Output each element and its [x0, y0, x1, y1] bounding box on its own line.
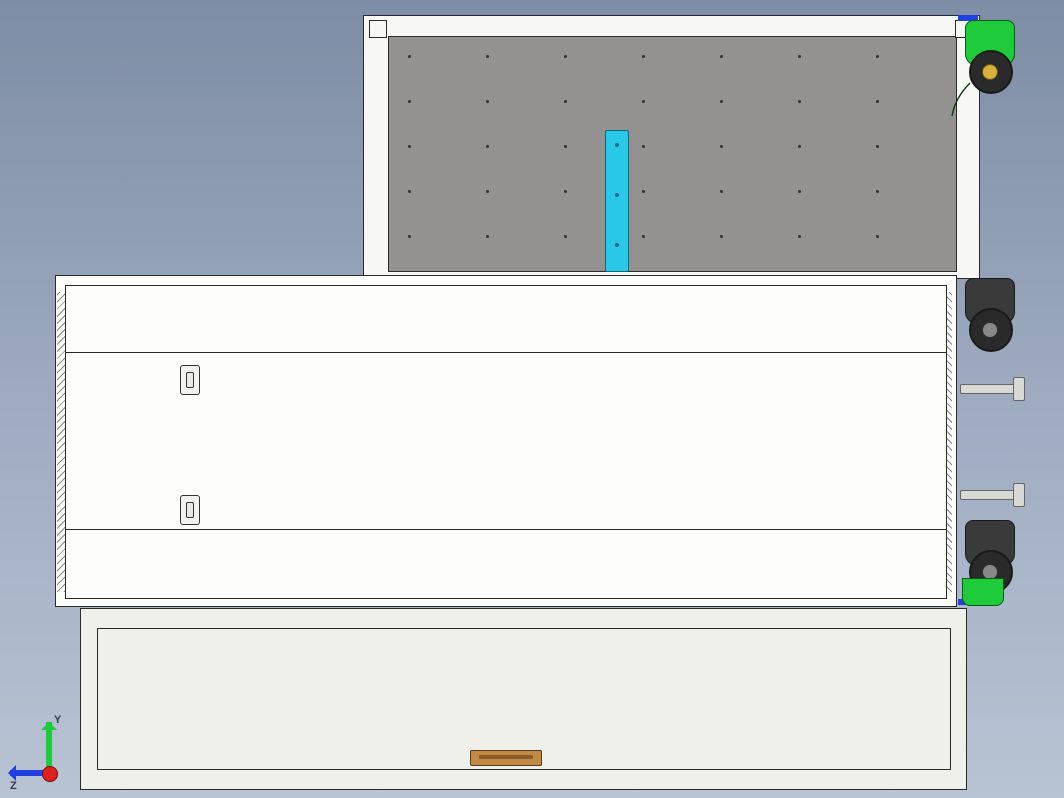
- perforation-hole: [486, 190, 489, 193]
- perforation-hole: [486, 55, 489, 58]
- upper-corner-tl: [369, 20, 387, 38]
- perforation-hole: [642, 55, 645, 58]
- bar-hole: [615, 243, 619, 247]
- axis-z-label: Z: [10, 780, 17, 792]
- perforation-hole: [486, 235, 489, 238]
- perforation-hole: [876, 235, 879, 238]
- leveling-foot-lower: [960, 490, 1024, 500]
- perforation-hole: [408, 100, 411, 103]
- perforation-hole: [642, 145, 645, 148]
- caster-cable: [950, 78, 990, 118]
- drawer-handle: [470, 750, 542, 766]
- perforation-hole: [642, 100, 645, 103]
- perforation-hole: [486, 145, 489, 148]
- perforation-hole: [798, 145, 801, 148]
- perforation-hole: [720, 100, 723, 103]
- latch-lower: [180, 495, 200, 525]
- perforation-hole: [642, 190, 645, 193]
- cyan-vertical-bar: [605, 130, 629, 272]
- caster-middle-dark: [960, 278, 1018, 353]
- perforation-hole: [564, 190, 567, 193]
- middle-panel-bottom: [65, 529, 947, 599]
- lower-drawer-inner: [97, 628, 951, 770]
- perforation-hole: [564, 100, 567, 103]
- caster-hub: [982, 322, 998, 338]
- perforation-hole: [876, 100, 879, 103]
- perforation-hole: [720, 145, 723, 148]
- axis-y-icon: [46, 722, 52, 768]
- perforation-hole: [720, 55, 723, 58]
- perforation-hole: [486, 100, 489, 103]
- perforation-hole: [564, 235, 567, 238]
- bar-hole: [615, 143, 619, 147]
- upper-perforated-panel: /*placeholder*/: [388, 36, 957, 272]
- perforation-hole: [798, 100, 801, 103]
- perforation-hole: [798, 235, 801, 238]
- perforation-hole: [798, 55, 801, 58]
- bar-hole: [615, 193, 619, 197]
- perforation-hole: [564, 55, 567, 58]
- axis-z-icon: [10, 770, 46, 776]
- axis-origin-icon: [42, 766, 58, 782]
- latch-upper: [180, 365, 200, 395]
- perforation-hole: [720, 235, 723, 238]
- perforation-hole: [876, 145, 879, 148]
- caster-bottom-green-cap: [962, 578, 1004, 606]
- caster-top-green: [960, 20, 1018, 95]
- perforation-hole: [408, 190, 411, 193]
- perforation-hole: [564, 145, 567, 148]
- perforation-hole: [408, 235, 411, 238]
- perforation-hole: [876, 55, 879, 58]
- axis-y-label: Y: [54, 714, 61, 726]
- perforation-hole: [798, 190, 801, 193]
- view-orientation-triad[interactable]: Y Z: [14, 714, 74, 790]
- leveling-foot-upper: [960, 384, 1024, 394]
- middle-panel-top: [65, 285, 947, 353]
- perforation-hole: [642, 235, 645, 238]
- perforation-hole: [408, 55, 411, 58]
- perforation-hole: [876, 190, 879, 193]
- perforation-hole: [720, 190, 723, 193]
- perforation-hole: [408, 145, 411, 148]
